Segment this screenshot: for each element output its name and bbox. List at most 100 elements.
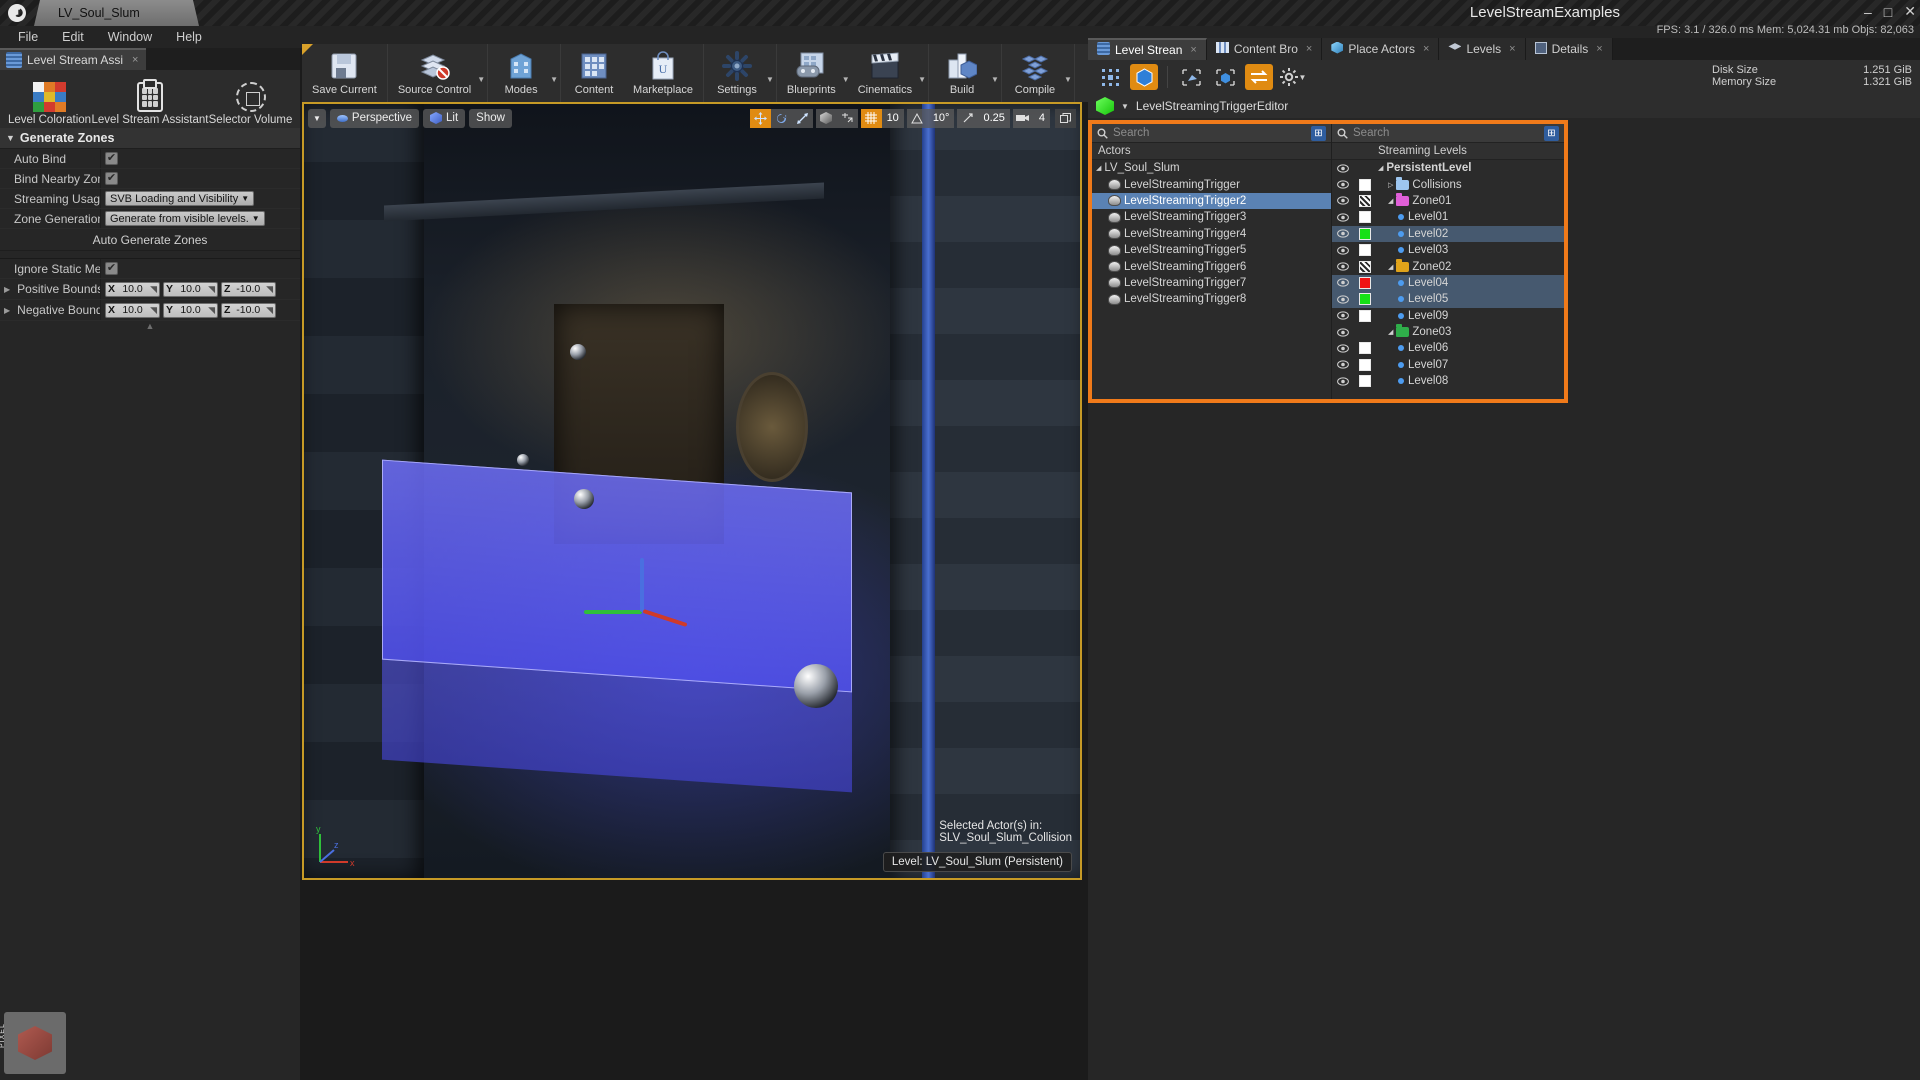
visibility-eye-icon[interactable] — [1332, 180, 1354, 189]
level-viewport[interactable]: x y z Selected Actor(s) in: SLV_Soul_Slu… — [302, 102, 1082, 880]
level-color-swatch[interactable] — [1354, 309, 1376, 322]
world-space-icon[interactable] — [815, 108, 837, 128]
scale-mode-button[interactable] — [791, 108, 813, 128]
camera-perspective-button[interactable]: Perspective — [329, 108, 420, 128]
maximize-button[interactable]: □ — [1884, 4, 1892, 20]
visibility-eye-icon[interactable] — [1332, 229, 1354, 238]
tab-place-actors[interactable]: Place Actors × — [1322, 38, 1440, 60]
level-color-swatch[interactable] — [1354, 244, 1376, 257]
visibility-eye-icon[interactable] — [1332, 196, 1354, 206]
actors-tree-item[interactable]: LevelStreamingTrigger8 — [1092, 291, 1331, 307]
level-color-swatch[interactable] — [1354, 194, 1376, 207]
toolbar-button-build[interactable]: Build — [931, 49, 993, 98]
toolbar-button-source-control[interactable]: Source Control — [390, 49, 479, 98]
minimize-button[interactable]: – — [1864, 4, 1872, 20]
level-color-swatch[interactable] — [1354, 178, 1376, 191]
chevron-down-icon[interactable]: ▼ — [842, 75, 850, 98]
show-flags-button[interactable]: Show — [469, 108, 512, 128]
rotation-snap-value[interactable]: 10° — [927, 108, 955, 128]
close-icon[interactable]: × — [1596, 43, 1602, 55]
grid-snap-toggle[interactable] — [860, 108, 882, 128]
visibility-eye-icon[interactable] — [1332, 246, 1354, 255]
auto-generate-zones-button[interactable]: Auto Generate Zones — [0, 229, 300, 251]
view-mode-button[interactable]: Lit — [423, 108, 466, 128]
toolbar-button-modes[interactable]: Modes — [490, 49, 552, 98]
levels-tree-item[interactable]: Level09 — [1332, 308, 1564, 324]
level-color-swatch[interactable] — [1354, 375, 1376, 388]
levels-tree-item[interactable]: Level08 — [1332, 373, 1564, 389]
viewport-options-button[interactable]: ▼ — [308, 108, 326, 128]
spinner-icon[interactable]: ◥ — [150, 305, 157, 316]
camera-icon[interactable] — [1012, 108, 1034, 128]
triangle-down-icon[interactable]: ◢ — [1388, 197, 1393, 205]
visibility-eye-icon[interactable] — [1332, 344, 1354, 353]
level-color-swatch[interactable] — [1354, 342, 1376, 355]
scale-snap-value[interactable]: 0.25 — [978, 108, 1010, 128]
actors-tree-item[interactable]: LevelStreamingTrigger5 — [1092, 242, 1331, 258]
close-button[interactable]: ✕ — [1904, 3, 1916, 20]
auto-bind-checkbox[interactable]: ✔ — [105, 152, 118, 165]
chevron-down-icon[interactable]: ▼ — [991, 75, 999, 98]
actors-tree-item[interactable]: LevelStreamingTrigger4 — [1092, 226, 1331, 242]
actors-tree-root[interactable]: ◢ LV_Soul_Slum — [1092, 160, 1331, 176]
maximize-viewport-icon[interactable] — [1055, 108, 1076, 128]
menu-item-window[interactable]: Window — [98, 28, 162, 46]
toolbar-button-marketplace[interactable]: U Marketplace — [625, 49, 701, 98]
triangle-down-icon[interactable]: ◢ — [1378, 164, 1383, 172]
actors-tree-item[interactable]: LevelStreamingTrigger2 — [1092, 192, 1331, 210]
negative-bounds-x-input[interactable]: X 10.0 ◥ — [105, 302, 160, 318]
positive-bounds-y-input[interactable]: Y 10.0 ◥ — [163, 281, 218, 297]
swap-arrows-icon[interactable] — [1245, 64, 1273, 90]
streaming-levels-tree[interactable]: ◢ PersistentLevel ▷ Collisions ◢ Zone01 Level0… — [1332, 160, 1564, 399]
surface-snap-icon[interactable] — [836, 108, 858, 128]
focus-cube-icon[interactable] — [1211, 64, 1239, 90]
visibility-eye-icon[interactable] — [1332, 262, 1354, 271]
bind-nearby-zones-checkbox[interactable]: ✔ — [105, 172, 118, 185]
levels-tree-item[interactable]: Level07 — [1332, 357, 1564, 373]
chevron-down-icon[interactable]: ▼ — [1121, 102, 1129, 111]
menu-item-file[interactable]: File — [8, 28, 48, 46]
tab-level-stream-assistant[interactable]: Level Stream Assi × — [0, 48, 147, 70]
toolbar-button-compile[interactable]: Compile — [1004, 49, 1066, 98]
toolbar-button-cinematics[interactable]: Cinematics — [850, 49, 920, 98]
transform-gizmo[interactable] — [584, 544, 704, 654]
levels-tree-item[interactable]: Level03 — [1332, 242, 1564, 258]
pin-icon[interactable]: ⊞ — [1311, 125, 1326, 141]
tab-levels[interactable]: Levels × — [1439, 38, 1526, 60]
levels-tree-item[interactable]: Level01 — [1332, 209, 1564, 225]
close-icon[interactable]: × — [1509, 43, 1515, 55]
levels-tree-item[interactable]: Level05 — [1332, 291, 1564, 308]
rotate-mode-button[interactable] — [770, 108, 792, 128]
negative-bounds-y-input[interactable]: Y 10.0 ◥ — [163, 302, 218, 318]
camera-speed-value[interactable]: 4 — [1033, 108, 1050, 128]
actors-tree-item[interactable]: LevelStreamingTrigger7 — [1092, 275, 1331, 291]
pick-actor-icon[interactable] — [1177, 64, 1205, 90]
tool-level-coloration[interactable]: Level Coloration — [6, 82, 93, 126]
visibility-eye-icon[interactable] — [1332, 377, 1354, 386]
triangle-down-icon[interactable]: ◢ — [1388, 263, 1393, 271]
close-icon[interactable]: × — [1306, 43, 1312, 55]
level-color-swatch[interactable] — [1354, 276, 1376, 289]
rotation-snap-toggle[interactable] — [906, 108, 928, 128]
tool-selector-volume[interactable]: Selector Volume — [207, 82, 294, 126]
visibility-eye-icon[interactable] — [1332, 311, 1354, 320]
panel-resize-grip[interactable]: ▲ — [0, 321, 300, 331]
tab-content-bro[interactable]: Content Bro × — [1206, 38, 1323, 60]
toolbar-button-content[interactable]: Content — [563, 49, 625, 98]
spinner-icon[interactable]: ◥ — [266, 284, 273, 295]
menu-item-help[interactable]: Help — [166, 28, 212, 46]
spinner-icon[interactable]: ◥ — [266, 305, 273, 316]
ignore-static-mesh-checkbox[interactable]: ✔ — [105, 262, 118, 275]
triangle-down-icon[interactable]: ◢ — [1096, 164, 1101, 172]
level-color-swatch[interactable] — [1354, 211, 1376, 224]
actors-tree-item[interactable]: LevelStreamingTrigger6 — [1092, 258, 1331, 274]
level-color-swatch[interactable] — [1354, 260, 1376, 273]
actors-tree[interactable]: ◢ LV_Soul_Slum LevelStreamingTrigger LevelS… — [1092, 160, 1331, 399]
triangle-right-icon[interactable]: ▶ — [4, 306, 10, 315]
level-color-swatch[interactable] — [1354, 227, 1376, 240]
visibility-eye-icon[interactable] — [1332, 213, 1354, 222]
chevron-down-icon[interactable]: ▼ — [477, 75, 485, 98]
streaming-usage-dropdown[interactable]: SVB Loading and Visibility ▼ — [105, 191, 255, 206]
volume-cube-icon[interactable] — [1130, 64, 1158, 90]
levels-tree-item[interactable]: Level04 — [1332, 274, 1564, 292]
